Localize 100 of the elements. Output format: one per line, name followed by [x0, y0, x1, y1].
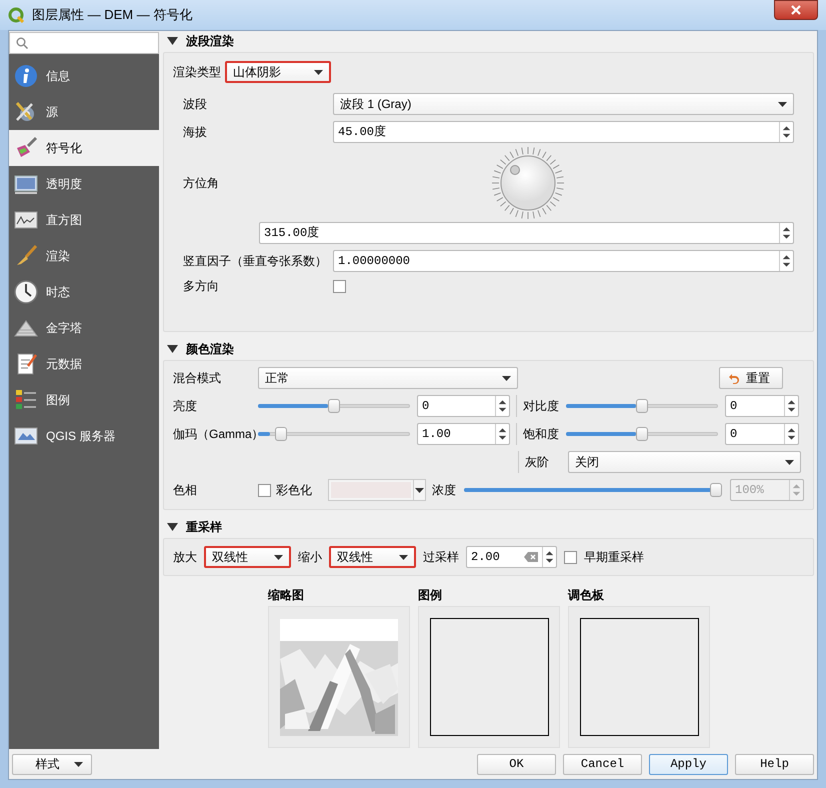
field-label: 对比度 — [523, 398, 560, 415]
dropdown-value: 双线性 — [212, 549, 248, 566]
app-logo-icon — [8, 7, 24, 23]
paintbrush-icon — [14, 136, 38, 160]
dropdown[interactable]: 关闭 — [568, 451, 801, 473]
field-label: 放大 — [173, 549, 197, 566]
dialog-button[interactable]: Cancel — [563, 754, 642, 774]
section-title: 颜色渲染 — [186, 341, 234, 358]
spin-arrows-icon[interactable] — [495, 396, 509, 416]
sidebar-item[interactable]: 源 — [9, 94, 159, 130]
info-icon — [14, 64, 38, 88]
section-header[interactable]: 颜色渲染 — [163, 340, 814, 358]
field-label: 早期重采样 — [584, 549, 644, 566]
dropdown-value: 关闭 — [575, 454, 599, 471]
dropdown[interactable]: 山体阴影 — [225, 61, 331, 83]
spin-arrows-icon[interactable] — [779, 122, 793, 142]
sidebar-item[interactable]: 透明度 — [9, 166, 159, 202]
style-menu-button[interactable]: 样式 — [12, 754, 92, 774]
caret-icon — [274, 554, 283, 560]
section-title: 波段渲染 — [186, 33, 234, 50]
sidebar-item[interactable]: 信息 — [9, 58, 159, 94]
checkbox[interactable] — [564, 550, 577, 564]
sidebar-item[interactable]: 图例 — [9, 382, 159, 418]
checkbox[interactable] — [333, 280, 346, 292]
dialog-button[interactable]: OK — [477, 754, 556, 774]
collapse-icon — [167, 37, 178, 45]
spin-arrows-icon[interactable] — [779, 223, 793, 243]
dropdown[interactable]: 波段 1 (Gray) — [333, 93, 794, 115]
reset-button[interactable]: 重置 — [719, 367, 783, 389]
slider-thumb[interactable] — [328, 399, 340, 413]
spin-arrows-icon[interactable] — [495, 424, 509, 444]
slider[interactable] — [566, 399, 718, 413]
spin-arrows-icon[interactable] — [784, 424, 798, 444]
dropdown-value: 正常 — [265, 370, 289, 387]
spin-box[interactable]: 1.00000000 — [333, 250, 794, 272]
spin-box[interactable]: 1.00 — [417, 423, 510, 445]
spin-value: 1.00 — [421, 426, 452, 443]
slider[interactable] — [258, 427, 410, 441]
sidebar-item[interactable]: 元数据 — [9, 346, 159, 382]
field-label: 竖直因子（垂直夸张系数） — [183, 253, 328, 270]
slider[interactable] — [566, 427, 718, 441]
sidebar-item[interactable]: 直方图 — [9, 202, 159, 238]
spin-box[interactable]: 45.00度 — [333, 121, 794, 143]
legend-icon — [14, 388, 38, 412]
section-header[interactable]: 重采样 — [163, 518, 814, 536]
section-header[interactable]: 波段渲染 — [163, 32, 814, 50]
slider-thumb[interactable] — [274, 427, 287, 441]
dialog-button[interactable]: Help — [735, 754, 814, 774]
dropdown[interactable]: 正常 — [258, 367, 518, 389]
spin-box[interactable]: 0 — [725, 423, 799, 445]
field-label: 色相 — [173, 482, 198, 499]
collapse-icon — [167, 345, 178, 353]
search-field[interactable] — [9, 32, 159, 54]
spin-value: 0 — [421, 398, 430, 415]
field-label: 方位角 — [183, 175, 220, 192]
field-label: 混合模式 — [173, 370, 222, 387]
spin-box[interactable]: 315.00度 — [259, 222, 794, 244]
caret-icon — [778, 102, 787, 106]
spin-box[interactable]: 0 — [725, 395, 799, 417]
sidebar-item[interactable]: 金字塔 — [9, 310, 159, 346]
field-label: 伽玛（Gamma） — [173, 426, 258, 443]
clock-icon — [14, 280, 38, 304]
caret-icon — [415, 488, 424, 492]
dial[interactable] — [490, 145, 566, 221]
spin-value: 100% — [734, 482, 765, 499]
field-label: 多方向 — [183, 278, 220, 295]
sidebar-item[interactable]: 时态 — [9, 274, 159, 310]
spin-box[interactable]: 2.00 — [466, 546, 557, 568]
spin-arrows-icon[interactable] — [779, 251, 793, 271]
slider[interactable] — [258, 399, 410, 413]
search-icon — [16, 37, 28, 49]
slider[interactable] — [464, 483, 722, 497]
undo-icon — [728, 372, 740, 384]
spin-value: 0 — [729, 426, 738, 443]
sidebar-item[interactable]: QGIS 服务器 — [9, 418, 159, 454]
sidebar-item[interactable]: 渲染 — [9, 238, 159, 274]
spin-value: 2.00 — [470, 549, 501, 566]
slider-thumb[interactable] — [636, 399, 648, 413]
dialog-button[interactable]: Apply — [649, 754, 728, 774]
close-button[interactable] — [774, 0, 818, 20]
section-title: 重采样 — [186, 519, 222, 536]
color-picker[interactable] — [328, 479, 426, 501]
preview-title: 调色板 — [568, 587, 605, 604]
spin-arrows-icon[interactable] — [542, 547, 556, 567]
spin-box[interactable]: 0 — [417, 395, 510, 417]
spin-value: 1.00000000 — [337, 253, 412, 270]
dropdown[interactable]: 双线性 — [329, 546, 416, 568]
field-label: 饱和度 — [523, 426, 560, 443]
close-icon — [791, 5, 801, 15]
preview-title: 缩略图 — [268, 587, 305, 604]
collapse-icon — [167, 523, 178, 531]
field-label: 彩色化 — [276, 482, 313, 499]
slider-thumb[interactable] — [636, 427, 648, 441]
field-label: 缩小 — [298, 549, 322, 566]
caret-icon — [502, 376, 511, 380]
field-label: 过采样 — [423, 549, 459, 566]
sidebar-item[interactable]: 符号化 — [9, 130, 159, 166]
checkbox[interactable] — [258, 484, 271, 496]
dropdown[interactable]: 双线性 — [204, 546, 291, 568]
spin-arrows-icon[interactable] — [784, 396, 798, 416]
